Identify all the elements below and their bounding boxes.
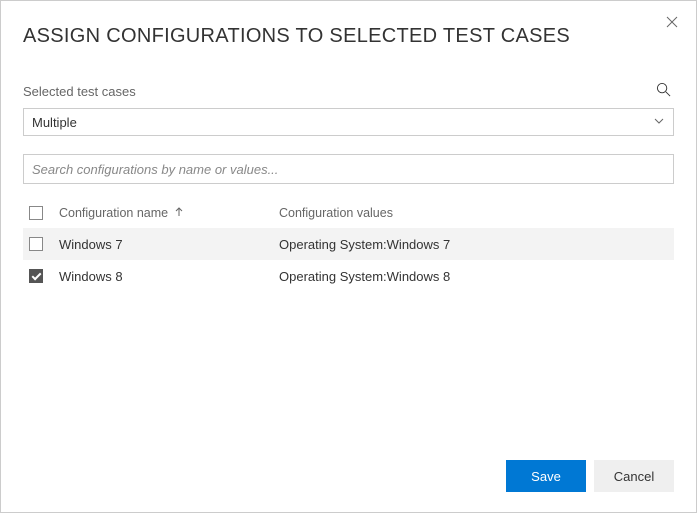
row-name: Windows 7 xyxy=(59,237,279,252)
col-header-values-label: Configuration values xyxy=(279,206,393,220)
chevron-down-icon xyxy=(653,115,665,130)
row-checkbox[interactable] xyxy=(29,269,43,283)
table-header: Configuration name Configuration values xyxy=(23,198,674,228)
dialog-footer: Save Cancel xyxy=(506,460,674,492)
save-button[interactable]: Save xyxy=(506,460,586,492)
search-icon xyxy=(656,82,671,100)
selected-test-cases-label: Selected test cases xyxy=(23,84,136,99)
selected-test-cases-dropdown[interactable]: Multiple xyxy=(23,108,674,136)
col-header-values[interactable]: Configuration values xyxy=(279,206,668,220)
row-values: Operating System:Windows 7 xyxy=(279,237,668,252)
select-all-checkbox[interactable] xyxy=(29,206,43,220)
dropdown-value: Multiple xyxy=(32,115,77,130)
row-checkbox[interactable] xyxy=(29,237,43,251)
row-name: Windows 8 xyxy=(59,269,279,284)
dialog-title: ASSIGN CONFIGURATIONS TO SELECTED TEST C… xyxy=(23,25,674,48)
close-button[interactable] xyxy=(662,13,682,33)
col-header-name-label: Configuration name xyxy=(59,206,168,220)
table-row[interactable]: Windows 7 Operating System:Windows 7 xyxy=(23,228,674,260)
cancel-button[interactable]: Cancel xyxy=(594,460,674,492)
search-button[interactable] xyxy=(652,80,674,102)
sort-ascending-icon xyxy=(174,206,184,220)
col-header-name[interactable]: Configuration name xyxy=(59,206,279,220)
row-values: Operating System:Windows 8 xyxy=(279,269,668,284)
table-row[interactable]: Windows 8 Operating System:Windows 8 xyxy=(23,260,674,292)
search-configurations-input[interactable] xyxy=(23,154,674,184)
close-icon xyxy=(666,16,678,31)
